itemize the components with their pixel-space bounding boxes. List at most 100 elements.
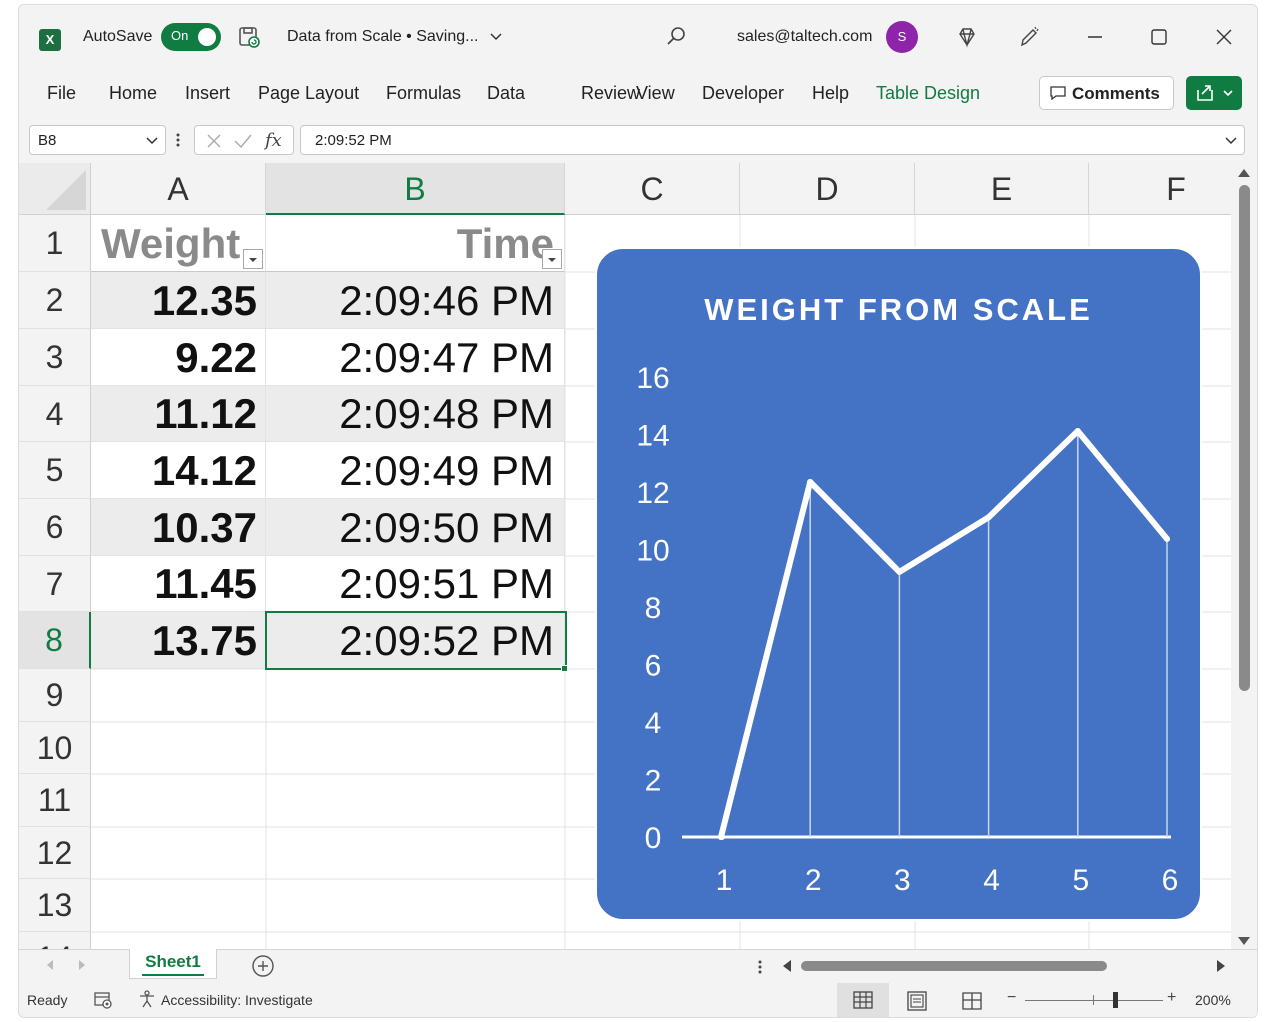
document-title[interactable]: Data from Scale • Saving... <box>287 28 503 46</box>
formula-tools: fx <box>194 125 294 155</box>
row-header-8[interactable]: 8 <box>19 612 91 669</box>
row-header-3[interactable]: 3 <box>19 329 91 386</box>
tab-developer[interactable]: Developer <box>702 83 784 104</box>
select-all-button[interactable] <box>19 163 91 215</box>
zoom-slider-thumb[interactable] <box>1113 992 1118 1008</box>
insert-function-button[interactable]: fx <box>265 130 282 151</box>
cell-b1[interactable]: Time <box>266 215 565 272</box>
chevron-down-icon[interactable] <box>1224 134 1238 148</box>
zoom-level[interactable]: 200% <box>1195 992 1231 1008</box>
zoom-in-button[interactable]: + <box>1167 989 1176 1007</box>
tab-view[interactable]: View <box>636 83 675 104</box>
row-header-7[interactable]: 7 <box>19 556 91 612</box>
cell-b2[interactable]: 2:09:46 PM <box>266 272 565 329</box>
next-sheet-icon[interactable] <box>79 960 85 970</box>
weight-chart[interactable]: WEIGHT FROM SCALE 0 2 4 6 8 10 12 14 16 1 2 3 4 5 6 <box>595 247 1202 921</box>
tab-formulas[interactable]: Formulas <box>386 83 461 104</box>
search-icon[interactable] <box>664 25 688 49</box>
fill-handle[interactable] <box>561 665 568 672</box>
row-header-4[interactable]: 4 <box>19 386 91 442</box>
filter-weight-button[interactable] <box>243 249 263 269</box>
cell-a4[interactable]: 11.12 <box>91 386 266 442</box>
column-header-d[interactable]: D <box>740 163 915 215</box>
excel-logo-icon[interactable]: X <box>39 29 61 51</box>
minimize-icon[interactable] <box>1085 25 1105 49</box>
more-options-icon[interactable] <box>757 958 763 976</box>
share-button[interactable] <box>1186 76 1242 110</box>
column-header-a[interactable]: A <box>91 163 266 215</box>
x-tick-label: 6 <box>1162 864 1179 897</box>
avatar[interactable]: S <box>886 21 918 53</box>
diamond-icon[interactable] <box>955 25 979 49</box>
close-icon[interactable] <box>1213 25 1235 49</box>
horizontal-scroll-thumb[interactable] <box>801 961 1107 971</box>
cell-b7[interactable]: 2:09:51 PM <box>266 556 565 612</box>
row-header-11[interactable]: 11 <box>19 774 91 827</box>
row-header-1[interactable]: 1 <box>19 215 91 272</box>
cell-a6[interactable]: 10.37 <box>91 499 266 556</box>
vertical-scrollbar[interactable] <box>1231 163 1257 949</box>
horizontal-scrollbar[interactable] <box>779 958 1229 974</box>
y-tick-label: 0 <box>645 822 662 855</box>
formula-input[interactable]: 2:09:52 PM <box>300 125 1245 155</box>
page-break-view-icon[interactable] <box>961 991 983 1011</box>
tab-page-layout[interactable]: Page Layout <box>258 83 359 104</box>
column-header-c[interactable]: C <box>565 163 740 215</box>
tab-help[interactable]: Help <box>812 83 849 104</box>
tab-review[interactable]: Review <box>581 83 640 104</box>
enter-icon[interactable] <box>233 132 253 150</box>
normal-view-button[interactable] <box>837 983 889 1017</box>
vertical-scroll-thumb[interactable] <box>1239 185 1250 691</box>
row-header-9[interactable]: 9 <box>19 669 91 722</box>
pen-icon[interactable] <box>1017 25 1041 49</box>
row-header-13[interactable]: 13 <box>19 879 91 932</box>
column-header-b[interactable]: B <box>266 163 565 215</box>
scroll-left-arrow-icon[interactable] <box>783 960 791 972</box>
zoom-out-button[interactable]: − <box>1007 989 1016 1007</box>
sheet-tab-sheet1[interactable]: Sheet1 <box>129 949 217 979</box>
cell-a2[interactable]: 12.35 <box>91 272 266 329</box>
row-header-6[interactable]: 6 <box>19 499 91 556</box>
cell-b5[interactable]: 2:09:49 PM <box>266 442 565 499</box>
tab-file[interactable]: File <box>47 83 76 104</box>
row-header-2[interactable]: 2 <box>19 272 91 329</box>
cell-b3[interactable]: 2:09:47 PM <box>266 329 565 386</box>
tab-home[interactable]: Home <box>109 83 157 104</box>
scroll-right-arrow-icon[interactable] <box>1217 960 1225 972</box>
column-header-f[interactable]: F <box>1089 163 1231 215</box>
more-options-icon[interactable] <box>175 130 181 150</box>
cell-b6[interactable]: 2:09:50 PM <box>266 499 565 556</box>
tab-table-design[interactable]: Table Design <box>876 83 980 104</box>
cancel-icon[interactable] <box>205 132 223 150</box>
cell-a8[interactable]: 13.75 <box>91 612 266 669</box>
row-header-12[interactable]: 12 <box>19 827 91 879</box>
scroll-down-arrow-icon[interactable] <box>1238 937 1250 945</box>
row-header-10[interactable]: 10 <box>19 722 91 774</box>
tab-data[interactable]: Data <box>487 83 525 104</box>
cell-a1[interactable]: Weight <box>91 215 266 272</box>
cell-a5[interactable]: 14.12 <box>91 442 266 499</box>
row-header-5[interactable]: 5 <box>19 442 91 499</box>
spreadsheet-grid[interactable]: A B C D E F 1 2 3 4 5 6 7 8 9 10 11 12 1… <box>19 163 1231 949</box>
previous-sheet-icon[interactable] <box>47 960 53 970</box>
accessibility-icon[interactable] <box>137 989 157 1009</box>
filter-time-button[interactable] <box>542 249 562 269</box>
cell-a7[interactable]: 11.45 <box>91 556 266 612</box>
maximize-icon[interactable] <box>1149 25 1169 49</box>
cell-a3[interactable]: 9.22 <box>91 329 266 386</box>
scroll-up-arrow-icon[interactable] <box>1238 169 1250 177</box>
save-icon[interactable] <box>237 25 261 49</box>
page-layout-view-icon[interactable] <box>906 991 928 1011</box>
cell-b4[interactable]: 2:09:48 PM <box>266 386 565 442</box>
macro-recording-icon[interactable] <box>93 990 113 1010</box>
zoom-slider[interactable] <box>1025 1000 1163 1001</box>
column-header-e[interactable]: E <box>915 163 1089 215</box>
tab-insert[interactable]: Insert <box>185 83 230 104</box>
account-email[interactable]: sales@taltech.com <box>737 28 872 46</box>
autosave-toggle[interactable]: On <box>161 23 221 51</box>
add-sheet-icon[interactable] <box>251 954 275 978</box>
row-header-14[interactable]: 14 <box>19 932 91 949</box>
accessibility-status[interactable]: Accessibility: Investigate <box>161 992 313 1008</box>
name-box[interactable]: B8 <box>29 125 166 155</box>
comments-button[interactable]: Comments <box>1039 76 1174 110</box>
